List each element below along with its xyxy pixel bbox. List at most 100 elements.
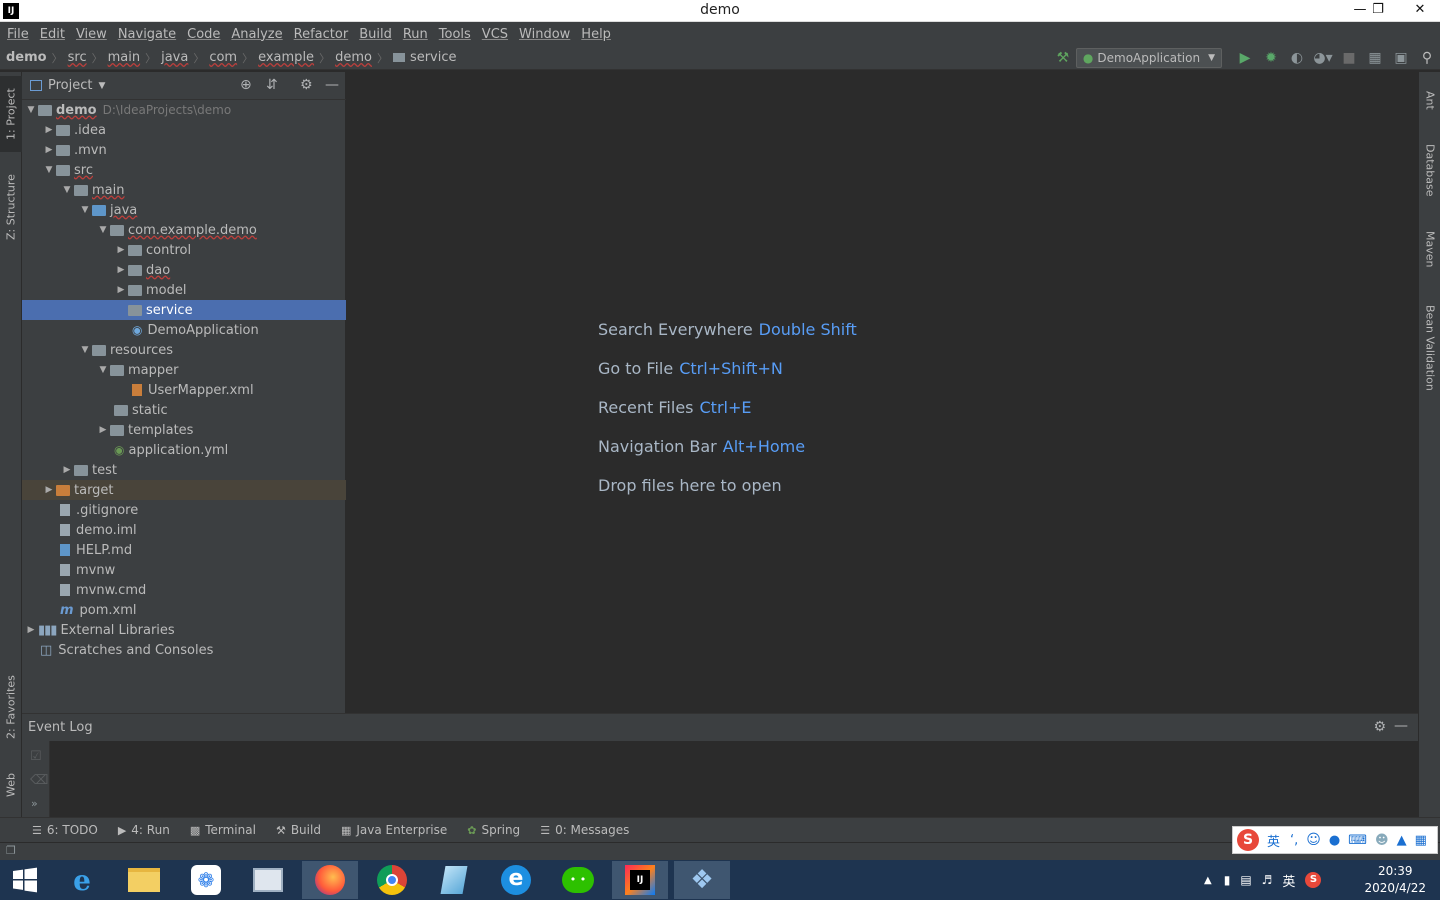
profile-icon[interactable]: ◕▾ bbox=[1310, 50, 1336, 66]
tree-item-control[interactable]: ▶ control bbox=[22, 240, 346, 260]
tree-item-demo[interactable]: ▼ demo D:\IdeaProjects\demo bbox=[22, 100, 346, 120]
menu-code[interactable]: Code bbox=[182, 27, 226, 42]
menu-file[interactable]: File bbox=[2, 27, 35, 42]
menu-help[interactable]: Help bbox=[576, 27, 617, 42]
punctuation-icon[interactable]: ‘, bbox=[1290, 833, 1298, 848]
network-icon[interactable]: ▮ bbox=[1224, 873, 1231, 887]
signal-icon[interactable]: ▤ bbox=[1240, 873, 1251, 887]
more-icon[interactable]: » bbox=[31, 797, 38, 810]
taskbar-file-explorer[interactable] bbox=[116, 861, 172, 899]
tree-item-pom-xml[interactable]: m pom.xml bbox=[22, 600, 346, 620]
locate-icon[interactable]: ⊕ bbox=[240, 77, 252, 93]
taskbar-intellij[interactable]: IJ bbox=[612, 861, 668, 899]
tab-favorites[interactable]: 2: Favorites bbox=[0, 664, 22, 750]
menu-window[interactable]: Window bbox=[514, 27, 576, 42]
layout-icon[interactable]: ▣ bbox=[1388, 50, 1414, 66]
tab-bean-validation[interactable]: Bean Validation bbox=[1419, 296, 1440, 400]
collapsed-arrow-icon[interactable]: ▶ bbox=[60, 465, 74, 475]
tree-item-resources[interactable]: ▼ resources bbox=[22, 340, 346, 360]
taskbar-baidu-netdisk[interactable]: ❁ bbox=[178, 861, 234, 899]
menu-navigate[interactable]: Navigate bbox=[113, 27, 182, 42]
tab-structure[interactable]: Z: Structure bbox=[0, 164, 22, 250]
hide-icon[interactable]: — bbox=[325, 77, 339, 93]
tab-project[interactable]: 1: Project bbox=[0, 76, 22, 152]
tree-item-com-example-demo[interactable]: ▼ com.example.demo bbox=[22, 220, 346, 240]
tree-item-application-yml[interactable]: ◉ application.yml bbox=[22, 440, 346, 460]
user-icon[interactable]: ☻ bbox=[1375, 833, 1389, 848]
restore-button[interactable]: ❐ bbox=[1362, 0, 1394, 22]
run-icon[interactable]: ▶ bbox=[1232, 50, 1258, 66]
sogou-tray-icon[interactable]: S bbox=[1305, 872, 1322, 888]
show-hidden-icons[interactable]: ▲ bbox=[1204, 875, 1212, 886]
menu-vcs[interactable]: VCS bbox=[477, 27, 514, 42]
mark-read-icon[interactable]: ☑ bbox=[30, 749, 42, 764]
build-hammer-icon[interactable]: ⚒ bbox=[1050, 50, 1076, 66]
expanded-arrow-icon[interactable]: ▼ bbox=[42, 165, 56, 175]
menu-view[interactable]: View bbox=[71, 27, 113, 42]
tab-messages[interactable]: ☰ 0: Messages bbox=[540, 823, 629, 837]
keyboard-icon[interactable]: ⌨ bbox=[1348, 833, 1367, 848]
taskbar-firefox[interactable] bbox=[302, 861, 358, 899]
expanded-arrow-icon[interactable]: ▼ bbox=[78, 205, 92, 215]
breadcrumb-item[interactable]: java bbox=[161, 50, 188, 65]
breadcrumb-root[interactable]: demo bbox=[6, 50, 47, 65]
collapsed-arrow-icon[interactable]: ▶ bbox=[24, 625, 38, 635]
collapsed-arrow-icon[interactable]: ▶ bbox=[42, 485, 56, 495]
menu-analyze[interactable]: Analyze bbox=[226, 27, 288, 42]
breadcrumb-item[interactable]: main bbox=[108, 50, 140, 65]
tab-todo[interactable]: ☰ 6: TODO bbox=[32, 823, 98, 837]
tab-terminal[interactable]: ▩ Terminal bbox=[190, 823, 256, 837]
tree-item-main[interactable]: ▼ main bbox=[22, 180, 346, 200]
menu-build[interactable]: Build bbox=[354, 27, 398, 42]
breadcrumb-item[interactable]: src bbox=[68, 50, 87, 65]
input-language-indicator[interactable]: 英 bbox=[1282, 871, 1295, 890]
stop-icon[interactable]: ■ bbox=[1336, 50, 1362, 66]
collapsed-arrow-icon[interactable]: ▶ bbox=[42, 125, 56, 135]
breadcrumb-item[interactable]: demo bbox=[335, 50, 372, 65]
toolbox-icon[interactable]: ▦ bbox=[1415, 833, 1427, 848]
tree-item-src[interactable]: ▼ src bbox=[22, 160, 346, 180]
breadcrumb-item[interactable]: com bbox=[209, 50, 237, 65]
microphone-icon[interactable]: ● bbox=[1329, 833, 1340, 848]
collapsed-arrow-icon[interactable]: ▶ bbox=[114, 285, 128, 295]
taskbar-navicat[interactable]: ❖ bbox=[674, 861, 730, 899]
tree-item-demoapplication[interactable]: ◉ DemoApplication bbox=[22, 320, 346, 340]
collapsed-arrow-icon[interactable]: ▶ bbox=[96, 425, 110, 435]
gear-icon[interactable]: ⚙ bbox=[300, 77, 313, 93]
tree-item-target[interactable]: ▶ target bbox=[22, 480, 346, 500]
tree-item-demo-iml[interactable]: demo.iml bbox=[22, 520, 346, 540]
tree-item-templates[interactable]: ▶ templates bbox=[22, 420, 346, 440]
hide-icon[interactable]: — bbox=[1394, 718, 1408, 734]
menu-tools[interactable]: Tools bbox=[434, 27, 477, 42]
taskbar-edge[interactable]: e bbox=[488, 861, 544, 899]
collapse-all-icon[interactable]: ⇵ bbox=[266, 77, 278, 93]
gear-icon[interactable]: ⚙ bbox=[1373, 719, 1386, 735]
tab-run[interactable]: ▶ 4: Run bbox=[118, 823, 170, 837]
expanded-arrow-icon[interactable]: ▼ bbox=[96, 365, 110, 375]
tab-ant[interactable]: Ant bbox=[1419, 76, 1440, 124]
taskbar-clock[interactable]: 20:39 2020/4/22 bbox=[1364, 863, 1426, 897]
tree-item-gitignore[interactable]: .gitignore bbox=[22, 500, 346, 520]
ime-lang-label[interactable]: 英 bbox=[1267, 831, 1280, 850]
tab-build[interactable]: ⚒ Build bbox=[276, 823, 321, 837]
skin-icon[interactable]: ▲ bbox=[1397, 833, 1407, 848]
tab-java-enterprise[interactable]: ▦ Java Enterprise bbox=[341, 823, 447, 837]
tree-item-mapper[interactable]: ▼ mapper bbox=[22, 360, 346, 380]
coverage-icon[interactable]: ◐ bbox=[1284, 50, 1310, 66]
tree-item-help-md[interactable]: HELP.md bbox=[22, 540, 346, 560]
tree-item-mvn[interactable]: ▶ .mvn bbox=[22, 140, 346, 160]
expanded-arrow-icon[interactable]: ▼ bbox=[24, 105, 38, 115]
tab-database[interactable]: Database bbox=[1419, 134, 1440, 206]
expanded-arrow-icon[interactable]: ▼ bbox=[78, 345, 92, 355]
tree-item-service[interactable]: service bbox=[22, 300, 346, 320]
tree-item-mvnw-cmd[interactable]: mvnw.cmd bbox=[22, 580, 346, 600]
trash-icon[interactable]: ⌫ bbox=[30, 773, 48, 788]
close-button[interactable]: ✕ bbox=[1400, 0, 1440, 22]
project-structure-icon[interactable]: ▦ bbox=[1362, 50, 1388, 66]
volume-icon[interactable]: ♬ bbox=[1262, 873, 1273, 887]
tree-item-static[interactable]: static bbox=[22, 400, 346, 420]
tree-item-external-libraries[interactable]: ▶ ▮▮▮ External Libraries bbox=[22, 620, 346, 640]
tab-spring[interactable]: ✿ Spring bbox=[467, 823, 520, 837]
collapsed-arrow-icon[interactable]: ▶ bbox=[114, 265, 128, 275]
menu-edit[interactable]: Edit bbox=[35, 27, 71, 42]
